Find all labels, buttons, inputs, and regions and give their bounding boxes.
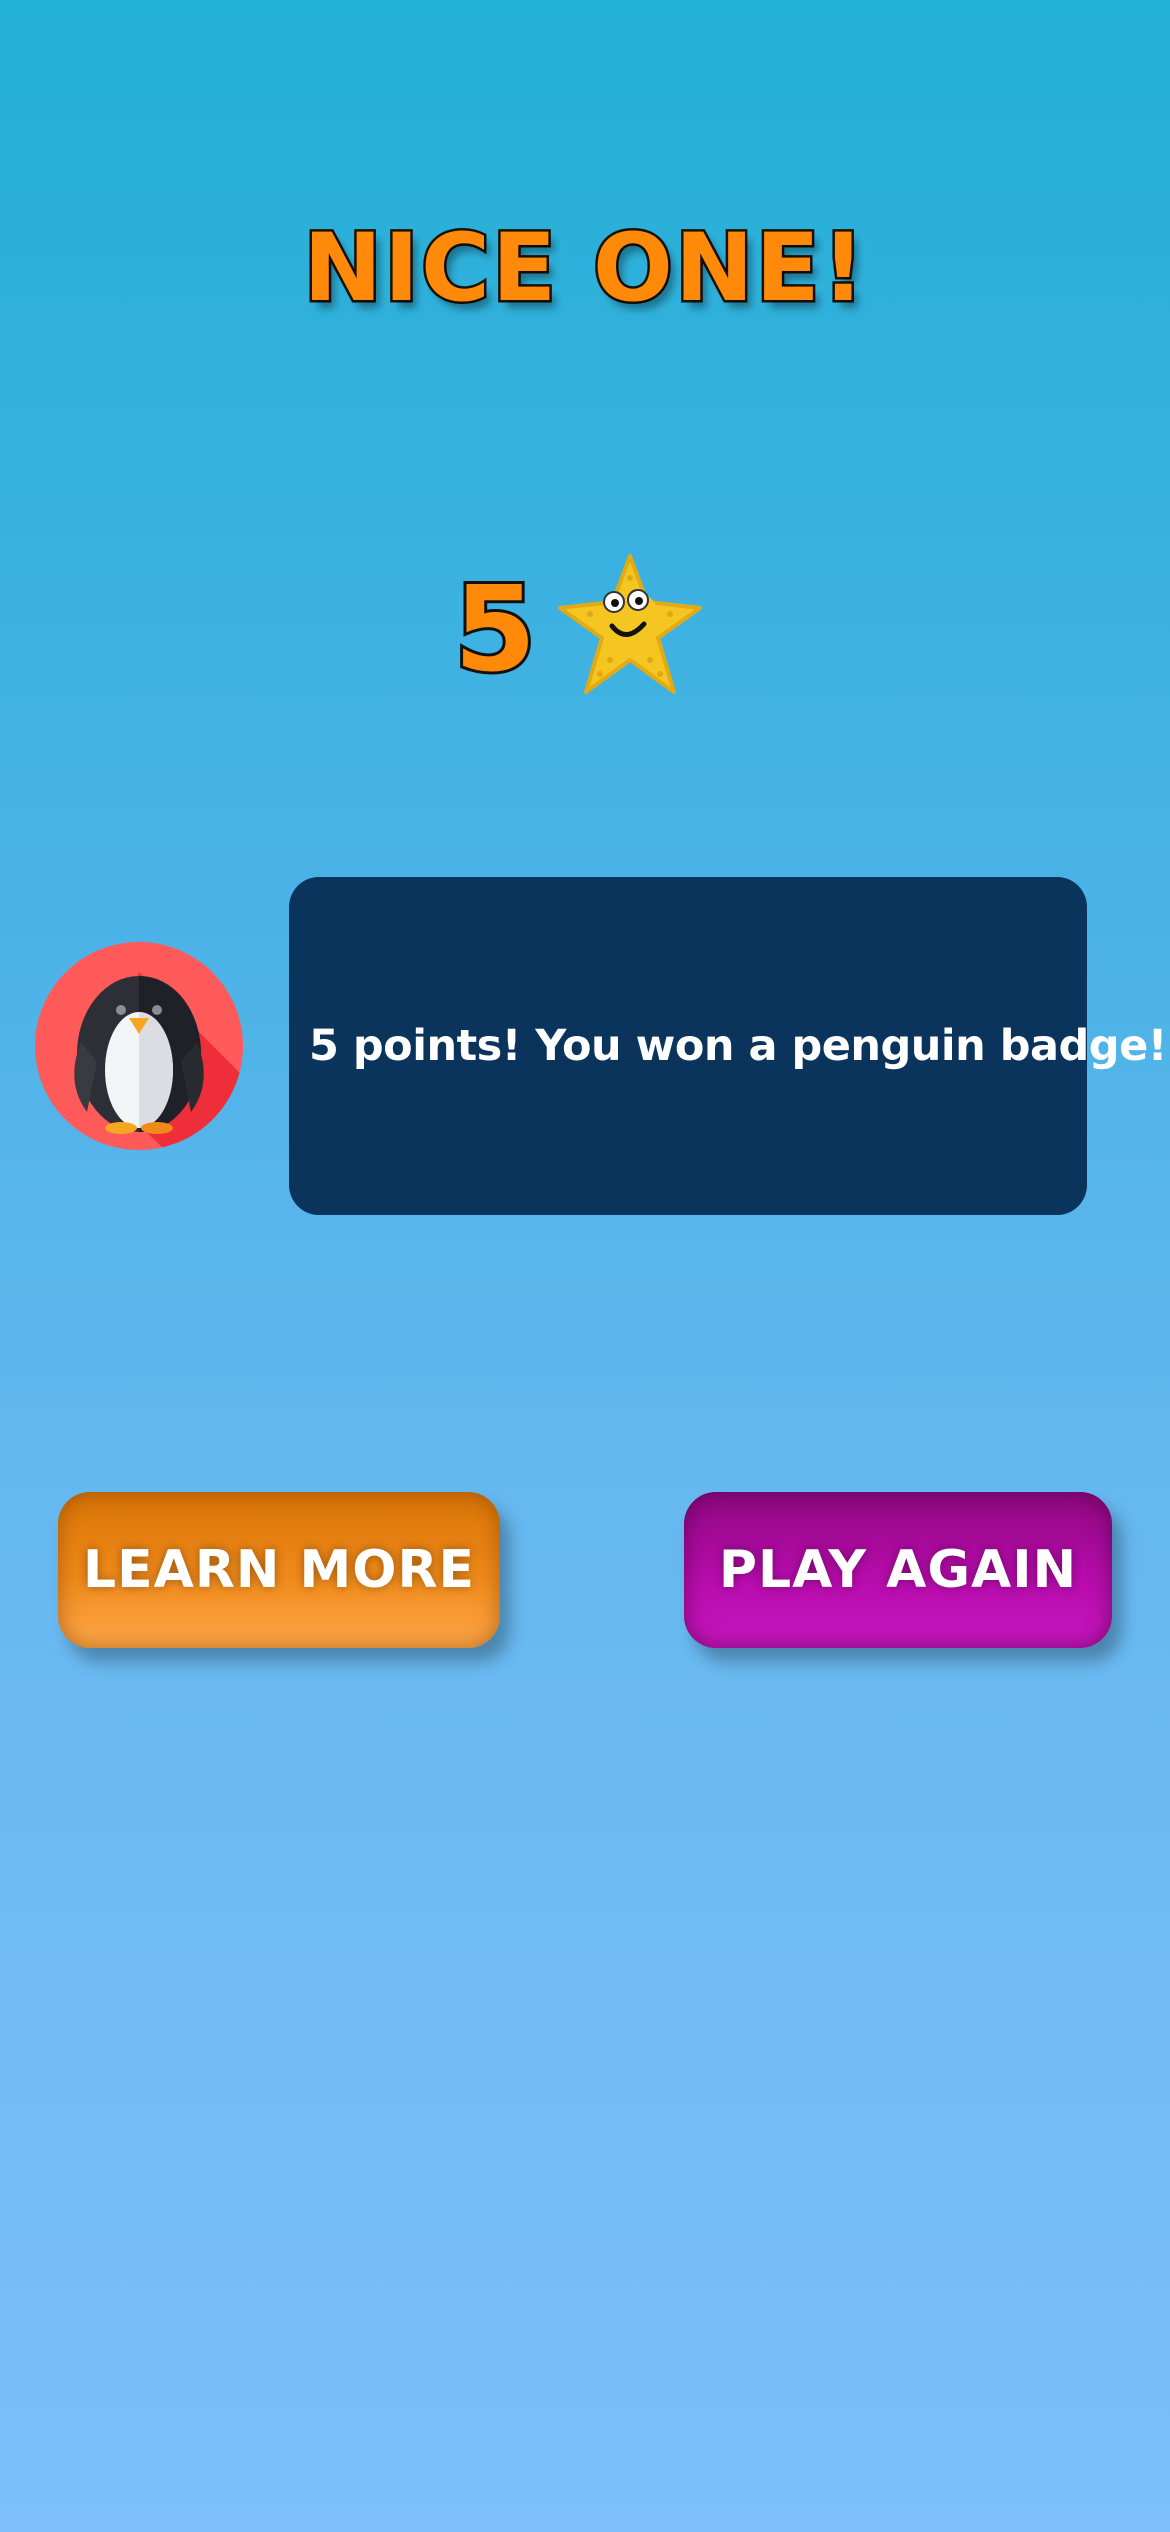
- starfish-icon: [550, 550, 710, 710]
- score-display: 5: [450, 550, 720, 710]
- play-again-button[interactable]: PLAY AGAIN: [684, 1492, 1112, 1648]
- learn-more-button[interactable]: LEARN MORE: [58, 1492, 500, 1648]
- penguin-icon: [74, 972, 243, 1150]
- message-box: 5 points! You won a penguin badge!: [289, 877, 1167, 1215]
- score-value: 5: [451, 560, 539, 698]
- message-text: 5 points! You won a penguin badge!: [309, 1021, 1167, 1071]
- page-title: NICE ONE!: [301, 214, 867, 323]
- penguin-badge: [35, 942, 243, 1150]
